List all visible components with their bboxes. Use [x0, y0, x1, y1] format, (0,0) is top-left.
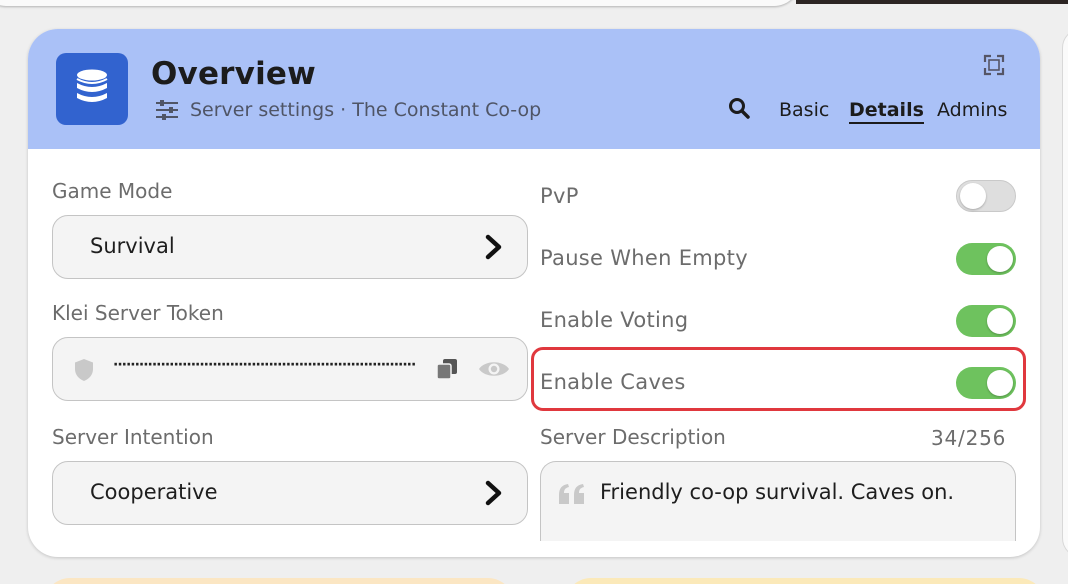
server-token-field[interactable]: ········································…	[52, 337, 528, 401]
enable-voting-toggle[interactable]	[956, 305, 1016, 337]
expand-icon[interactable]	[982, 53, 1006, 77]
background-card-right	[1062, 28, 1068, 558]
page: Overview Server settings · The Constant …	[0, 0, 1068, 584]
toggle-knob	[987, 308, 1013, 334]
chevron-right-icon	[485, 234, 502, 260]
sliders-icon	[156, 100, 178, 120]
game-mode-label: Game Mode	[52, 179, 173, 203]
copy-icon[interactable]	[435, 357, 459, 381]
tab-admins[interactable]: Admins	[937, 99, 1007, 121]
toggle-knob	[960, 183, 986, 209]
background-card-top	[0, 0, 800, 6]
pvp-toggle[interactable]	[956, 180, 1016, 212]
tab-basic[interactable]: Basic	[779, 99, 829, 121]
server-description-value: Friendly co-op survival. Caves on.	[600, 480, 955, 504]
server-description-field[interactable]: Friendly co-op survival. Caves on.	[540, 461, 1016, 541]
game-mode-select[interactable]: Survival	[52, 215, 528, 279]
chevron-right-icon	[485, 480, 502, 506]
server-token-label: Klei Server Token	[52, 301, 224, 325]
card-header: Overview Server settings · The Constant …	[28, 29, 1040, 149]
server-intention-value: Cooperative	[90, 480, 218, 504]
overview-card: Overview Server settings · The Constant …	[28, 29, 1040, 557]
description-char-counter: 34/256	[931, 426, 1007, 450]
search-icon[interactable]	[728, 97, 750, 119]
pvp-label: PvP	[540, 184, 579, 208]
background-card-bottom-right	[565, 578, 1045, 584]
eye-icon[interactable]	[477, 357, 511, 381]
toggle-knob	[987, 370, 1013, 396]
toggle-knob	[987, 246, 1013, 272]
quote-icon	[559, 484, 584, 504]
background-card-bottom-left	[44, 578, 514, 584]
enable-voting-label: Enable Voting	[540, 308, 689, 332]
page-subtitle: Server settings · The Constant Co-op	[190, 99, 542, 121]
tab-details[interactable]: Details	[849, 99, 924, 124]
server-intention-label: Server Intention	[52, 425, 214, 449]
pause-when-empty-toggle[interactable]	[956, 243, 1016, 275]
shield-icon	[75, 359, 93, 381]
enable-caves-toggle[interactable]	[956, 367, 1016, 399]
server-intention-select[interactable]: Cooperative	[52, 461, 528, 525]
background-image-strip	[796, 0, 1068, 4]
database-icon	[56, 53, 128, 125]
enable-caves-label: Enable Caves	[540, 370, 686, 394]
page-title: Overview	[151, 56, 316, 92]
pause-when-empty-label: Pause When Empty	[540, 246, 748, 270]
server-description-label: Server Description	[540, 425, 726, 449]
game-mode-value: Survival	[90, 234, 175, 258]
server-token-masked-value: ········································…	[113, 357, 416, 373]
